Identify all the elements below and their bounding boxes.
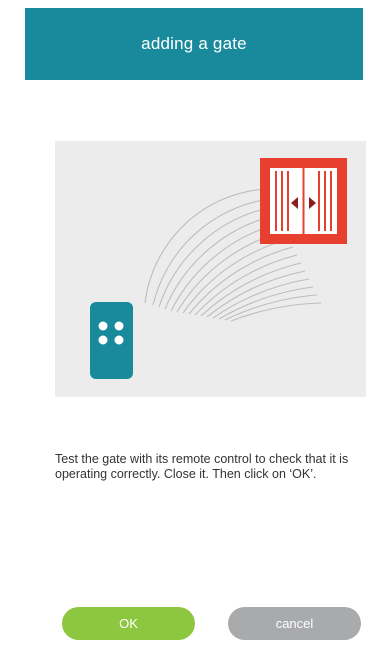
ok-button[interactable]: OK <box>62 607 195 640</box>
header-bar: adding a gate <box>25 8 363 80</box>
sliding-gate-icon <box>260 158 347 244</box>
page-title: adding a gate <box>141 34 247 53</box>
ok-button-label: OK <box>119 616 138 631</box>
instructions-text: Test the gate with its remote control to… <box>55 452 349 481</box>
gate-test-illustration <box>55 141 366 397</box>
cancel-button-label: cancel <box>275 616 314 631</box>
cancel-button[interactable]: cancel <box>228 607 361 640</box>
remote-control-icon <box>90 302 133 379</box>
